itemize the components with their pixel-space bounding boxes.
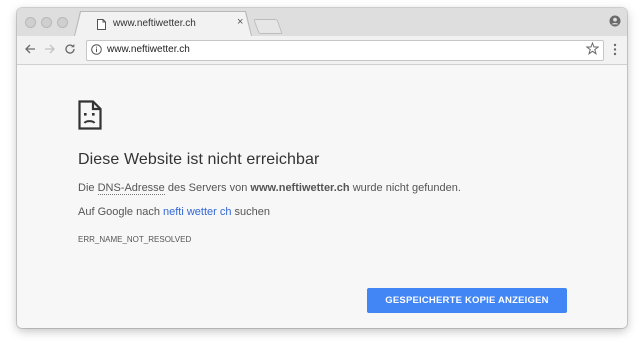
minimize-window-button[interactable] — [41, 17, 52, 28]
reload-icon[interactable] — [64, 43, 76, 55]
show-cached-copy-button[interactable]: GESPEICHERTE KOPIE ANZEIGEN — [367, 288, 567, 313]
back-arrow-icon[interactable] — [24, 43, 36, 55]
error-description: Die DNS-Adresse des Servers von www.neft… — [78, 182, 461, 195]
star-icon[interactable] — [586, 42, 599, 55]
error-heading: Diese Website ist nicht erreichbar — [78, 151, 320, 168]
address-bar-url[interactable]: www.neftiwetter.ch — [107, 44, 190, 55]
close-icon[interactable]: × — [237, 17, 243, 28]
description-prefix: Die — [78, 182, 98, 194]
error-code: ERR_NAME_NOT_RESOLVED — [78, 235, 192, 244]
profile-icon[interactable] — [609, 15, 621, 27]
google-search-suggestion: Auf Google nach nefti wetter ch suchen — [78, 206, 270, 218]
forward-arrow-icon[interactable] — [44, 43, 56, 55]
sad-document-icon — [78, 100, 102, 130]
new-tab-button[interactable] — [253, 19, 283, 34]
description-middle: des Servers von — [164, 182, 251, 194]
zoom-window-button[interactable] — [57, 17, 68, 28]
info-icon[interactable] — [91, 44, 102, 55]
suggestion-suffix: suchen — [231, 206, 271, 218]
host-name: www.neftiwetter.ch — [250, 182, 350, 194]
tab-title: www.neftiwetter.ch — [113, 18, 196, 29]
suggestion-prefix: Auf Google nach — [78, 206, 164, 218]
close-window-button[interactable] — [25, 17, 36, 28]
page-icon — [97, 19, 106, 30]
description-suffix: wurde nicht gefunden. — [349, 182, 461, 194]
menu-icon[interactable] — [613, 43, 617, 56]
google-search-link[interactable]: nefti wetter ch — [163, 206, 231, 218]
dns-address-term[interactable]: DNS-Adresse — [97, 182, 165, 195]
